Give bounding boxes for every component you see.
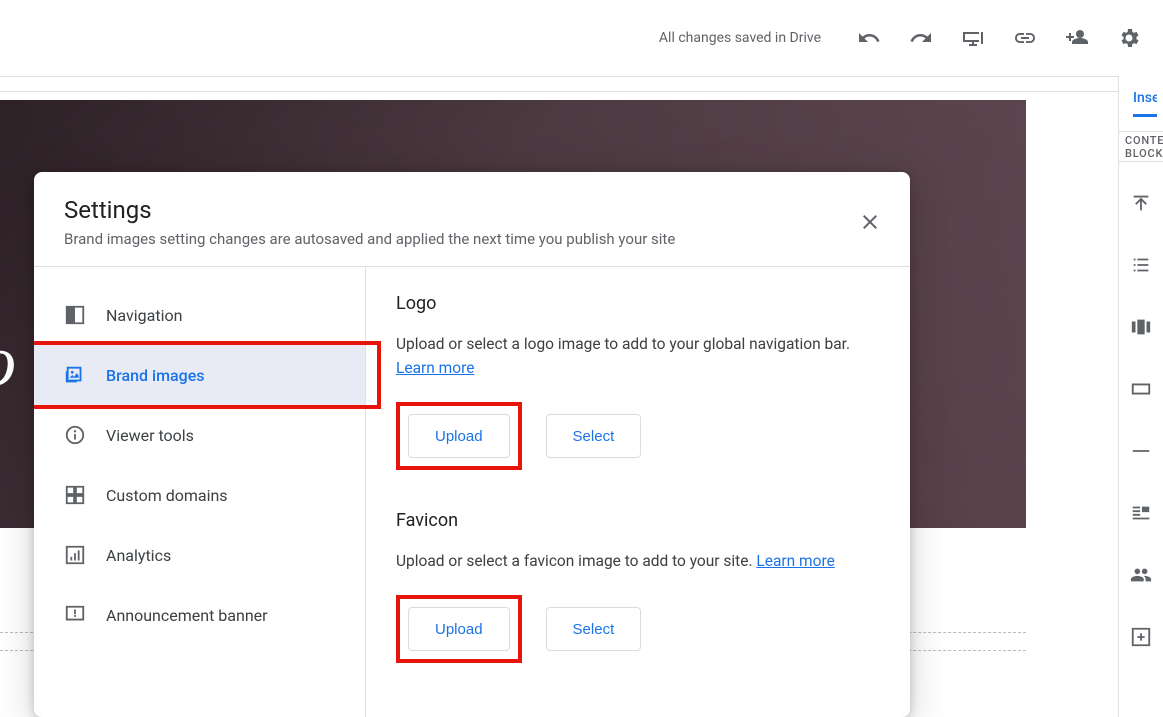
right-panel-tabs: Insert (1119, 76, 1163, 132)
nav-label: Analytics (106, 546, 171, 565)
right-panel: Insert CONTENT BLOCKS (1118, 76, 1163, 717)
favicon-desc-text: Upload or select a favicon image to add … (396, 552, 756, 570)
nav-custom-domains[interactable]: Custom domains (34, 465, 365, 525)
placeholder-icon[interactable] (1130, 502, 1152, 528)
nav-label: Navigation (106, 306, 182, 325)
logo-upload-button[interactable]: Upload (408, 414, 510, 458)
favicon-section-title: Favicon (396, 510, 880, 531)
nav-label: Viewer tools (106, 426, 194, 445)
logo-learn-more-link[interactable]: Learn more (396, 359, 474, 377)
collapse-icon[interactable] (1130, 192, 1152, 218)
favicon-select-button[interactable]: Select (546, 607, 642, 651)
tab-insert[interactable]: Insert (1133, 90, 1157, 117)
nav-label: Custom domains (106, 486, 228, 505)
close-icon[interactable] (850, 202, 890, 242)
nav-viewer-tools[interactable]: Viewer tools (34, 405, 365, 465)
top-toolbar: All changes saved in Drive (0, 0, 1163, 76)
tutorial-highlight: Upload (396, 595, 522, 663)
nav-navigation[interactable]: Navigation (34, 285, 365, 345)
link-button[interactable] (1001, 14, 1049, 62)
logo-select-button[interactable]: Select (546, 414, 642, 458)
hero-text-fragment: /o (0, 320, 16, 403)
settings-dialog: Settings Brand images setting changes ar… (34, 172, 910, 717)
favicon-section-desc: Upload or select a favicon image to add … (396, 549, 880, 573)
logo-desc-text: Upload or select a logo image to add to … (396, 335, 850, 353)
settings-nav: Navigation Brand images Viewer tools Cus… (34, 267, 366, 717)
right-panel-tools (1119, 162, 1163, 652)
nav-brand-images[interactable]: Brand images (34, 345, 365, 405)
dialog-title: Settings (64, 196, 886, 224)
save-status: All changes saved in Drive (659, 30, 821, 46)
logo-section-desc: Upload or select a logo image to add to … (396, 332, 880, 380)
group-icon[interactable] (1130, 564, 1152, 590)
content-blocks-heading: CONTENT BLOCKS (1119, 132, 1163, 162)
carousel-icon[interactable] (1130, 316, 1152, 342)
settings-gear-button[interactable] (1105, 14, 1153, 62)
divider-icon[interactable] (1130, 440, 1152, 466)
logo-section-title: Logo (396, 293, 880, 314)
toc-icon[interactable] (1130, 254, 1152, 280)
favicon-upload-button[interactable]: Upload (408, 607, 510, 651)
nav-label: Brand images (106, 366, 205, 385)
add-block-icon[interactable] (1130, 626, 1152, 652)
favicon-learn-more-link[interactable]: Learn more (756, 552, 834, 570)
tutorial-highlight: Upload (396, 402, 522, 470)
redo-button[interactable] (897, 14, 945, 62)
preview-button[interactable] (949, 14, 997, 62)
button-icon[interactable] (1130, 378, 1152, 404)
nav-label: Announcement banner (106, 606, 268, 625)
tutorial-highlight (34, 341, 381, 409)
nav-analytics[interactable]: Analytics (34, 525, 365, 585)
share-button[interactable] (1053, 14, 1101, 62)
dialog-header: Settings Brand images setting changes ar… (34, 172, 910, 267)
nav-announcement-banner[interactable]: Announcement banner (34, 585, 365, 645)
dialog-subtitle: Brand images setting changes are autosav… (64, 230, 886, 248)
undo-button[interactable] (845, 14, 893, 62)
settings-content: Logo Upload or select a logo image to ad… (366, 267, 910, 717)
ruler (0, 76, 1118, 92)
